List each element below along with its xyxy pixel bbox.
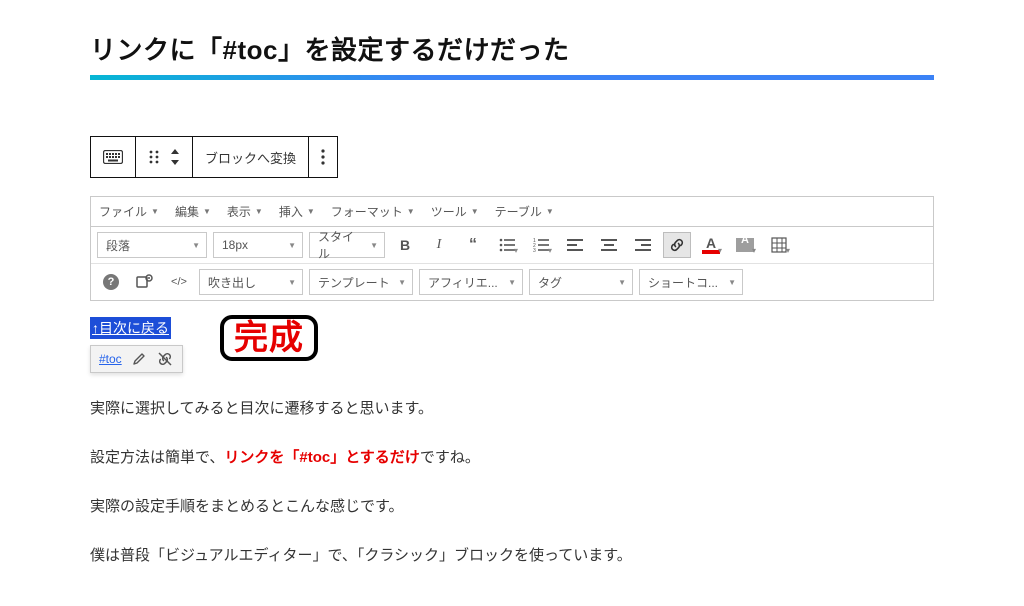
menubar-tools-label: ツール (431, 203, 467, 220)
menubar-format[interactable]: フォーマット▼ (331, 203, 415, 220)
done-stamp: 完成 (220, 315, 318, 361)
unlink-icon[interactable] (156, 350, 174, 368)
fontsize-select-label: 18px (222, 238, 248, 252)
align-left-button[interactable] (561, 232, 589, 258)
menubar-table[interactable]: テーブル▼ (495, 203, 554, 220)
balloon-select[interactable]: 吹き出し▼ (199, 269, 303, 295)
fontsize-select[interactable]: 18px▼ (213, 232, 303, 258)
template-select-label: テンプレート (318, 274, 390, 291)
tag-select-label: タグ (538, 274, 562, 291)
paragraph-select-label: 段落 (106, 237, 130, 254)
shortcode-select[interactable]: ショートコ...▼ (639, 269, 743, 295)
balloon-select-label: 吹き出し (208, 274, 256, 291)
menubar-insert-label: 挿入 (279, 203, 303, 220)
menubar-file[interactable]: ファイル▼ (99, 203, 159, 220)
menubar-view[interactable]: 表示▼ (227, 203, 263, 220)
menubar-edit-label: 編集 (175, 203, 199, 220)
move-updown-icon[interactable] (170, 148, 180, 166)
menubar-view-label: 表示 (227, 203, 251, 220)
shortcode-select-label: ショートコ... (648, 274, 718, 291)
block-move-controls (136, 137, 193, 177)
link-tooltip-url[interactable]: #toc (99, 352, 122, 366)
convert-to-blocks-button[interactable]: ブロックへ変換 (193, 137, 309, 177)
table-button[interactable] (765, 232, 793, 258)
template-select[interactable]: テンプレート▼ (309, 269, 413, 295)
editor-content: ↑目次に戻る 完成 #toc (90, 317, 934, 373)
editor-menubar: ファイル▼ 編集▼ 表示▼ 挿入▼ フォーマット▼ ツール▼ テーブル▼ (91, 197, 933, 227)
title-underline (90, 75, 934, 80)
pencil-icon[interactable] (130, 350, 148, 368)
menubar-tools[interactable]: ツール▼ (431, 203, 479, 220)
menubar-format-label: フォーマット (331, 203, 403, 220)
body-paragraph-2: 設定方法は簡単で、リンクを「#toc」とするだけですね。 (90, 444, 934, 471)
menubar-insert[interactable]: 挿入▼ (279, 203, 315, 220)
body-paragraph-2c: ですね。 (420, 449, 480, 466)
menubar-file-label: ファイル (99, 203, 147, 220)
highlight-button[interactable]: A (731, 232, 759, 258)
keyboard-icon[interactable] (91, 137, 136, 177)
menubar-edit[interactable]: 編集▼ (175, 203, 211, 220)
body-paragraph-1: 実際に選択してみると目次に遷移すると思います。 (90, 395, 934, 422)
body-paragraph-2b: リンクを「#toc」とするだけ (224, 449, 419, 466)
help-button[interactable]: ? (97, 269, 125, 295)
style-select[interactable]: スタイル▼ (309, 232, 385, 258)
svg-text:3: 3 (533, 248, 536, 252)
selected-link-toc[interactable]: ↑目次に戻る (90, 317, 171, 339)
paragraph-select[interactable]: 段落▼ (97, 232, 207, 258)
text-color-button[interactable]: A (697, 232, 725, 258)
page-title: リンクに「#toc」を設定するだけだった (90, 30, 934, 67)
body-paragraph-4: 僕は普段「ビジュアルエディター」で、「クラシック」ブロックを使っています。 (90, 542, 934, 569)
affiliate-select-label: アフィリエ... (428, 274, 498, 291)
drag-handle-icon[interactable] (148, 150, 160, 164)
italic-button[interactable]: I (425, 232, 453, 258)
body-paragraph-2a: 設定方法は簡単で、 (90, 449, 224, 466)
block-toolbar: ブロックへ変換 (90, 136, 338, 178)
link-button[interactable] (663, 232, 691, 258)
more-options-button[interactable] (309, 137, 337, 177)
bullet-list-button[interactable] (493, 232, 521, 258)
convert-label: ブロックへ変換 (205, 148, 296, 167)
align-right-button[interactable] (629, 232, 657, 258)
tag-select[interactable]: タグ▼ (529, 269, 633, 295)
align-center-button[interactable] (595, 232, 623, 258)
link-tooltip: #toc (90, 345, 183, 373)
affiliate-select[interactable]: アフィリエ...▼ (419, 269, 523, 295)
tinymce-editor: ファイル▼ 編集▼ 表示▼ 挿入▼ フォーマット▼ ツール▼ テーブル▼ 段落▼… (90, 196, 934, 301)
style-select-label: スタイル (318, 228, 362, 262)
editor-toolbar-row2: ? </> 吹き出し▼ テンプレート▼ アフィリエ...▼ タグ▼ ショートコ.… (91, 264, 933, 300)
source-code-button[interactable]: </> (165, 269, 193, 295)
editor-toolbar-row1: 段落▼ 18px▼ スタイル▼ B I “ 123 (91, 227, 933, 264)
bold-button[interactable]: B (391, 232, 419, 258)
numbered-list-button[interactable]: 123 (527, 232, 555, 258)
blockquote-button[interactable]: “ (459, 232, 487, 258)
menubar-table-label: テーブル (495, 203, 542, 220)
cog-cards-icon[interactable] (131, 269, 159, 295)
body-paragraph-3: 実際の設定手順をまとめるとこんな感じです。 (90, 493, 934, 520)
